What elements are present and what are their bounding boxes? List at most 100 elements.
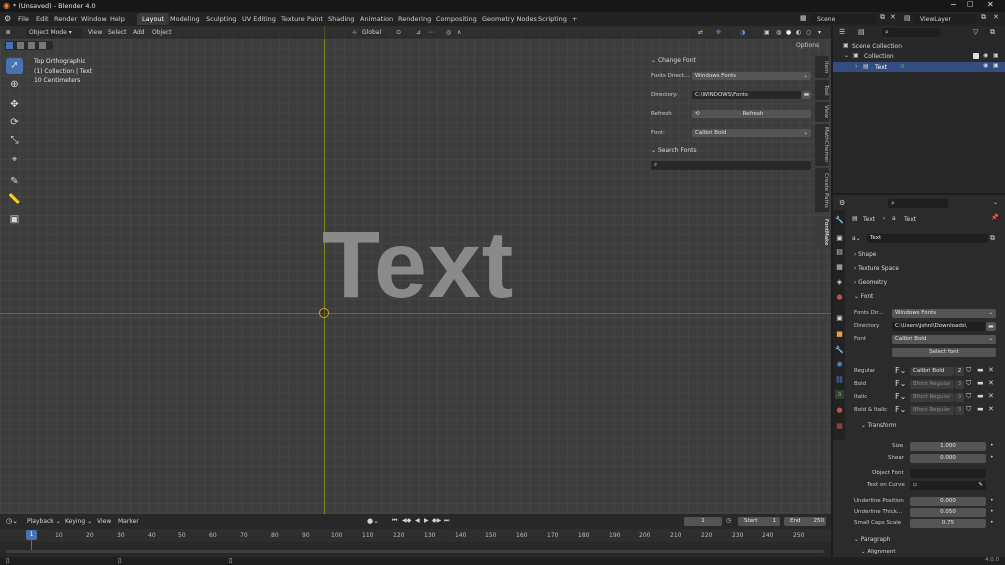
move-tool-icon[interactable]: ✥ [6, 97, 23, 113]
keyframe-dot-icon[interactable]: • [990, 454, 994, 461]
shading-material-icon[interactable]: ◐ [796, 29, 801, 36]
bold-users-count[interactable]: 3 [955, 380, 964, 389]
open-font-icon[interactable]: ▬ [977, 405, 984, 413]
prev-keyframe-icon[interactable]: ◀◆ [402, 517, 411, 524]
unlink-font-icon[interactable]: ✕ [988, 379, 994, 387]
collection-tab-icon[interactable]: ▣ [835, 314, 844, 323]
select-new-icon[interactable] [6, 42, 13, 49]
scene-selector[interactable]: Scene [811, 14, 876, 24]
font-prop-dropdown[interactable]: Calibri Bold ⌄ [892, 335, 996, 344]
text-eye-icon[interactable]: ◉ [983, 62, 988, 69]
modifier-tab-icon[interactable]: 🔧 [835, 346, 844, 355]
maximize-icon[interactable]: □ [967, 0, 974, 8]
proportional-edit-icon[interactable]: ◎ [446, 29, 451, 36]
paragraph-panel-header[interactable]: ⌄ Paragraph [854, 537, 890, 543]
tab-rendering[interactable]: Rendering [393, 13, 436, 25]
tab-shading[interactable]: Shading [323, 13, 359, 25]
scale-tool-icon[interactable]: ⤡ [6, 133, 23, 149]
minimize-icon[interactable]: − [950, 0, 957, 9]
collection-label[interactable]: Collection [864, 53, 894, 60]
tab-animation[interactable]: Animation [355, 13, 398, 25]
font-datablock-icon[interactable]: F⌄ [895, 405, 906, 414]
directory-prop-field[interactable]: C:\Users\jshnl\Downloads\ [892, 322, 985, 331]
select-subtract-icon[interactable] [28, 42, 35, 49]
unlink-font-icon[interactable]: ✕ [988, 405, 994, 413]
overlays-icon[interactable]: ◑ [740, 29, 745, 36]
blender-menu-icon[interactable]: ⚙ [4, 14, 11, 23]
alignment-panel-header[interactable]: ⌄ Alignment [861, 549, 896, 555]
collection-eye-icon[interactable]: ◉ [983, 52, 988, 59]
transform-panel-header[interactable]: ⌄ Transform [861, 423, 897, 429]
new-collection-icon[interactable]: ⧉ [990, 28, 995, 37]
sidetab-fontmake[interactable]: FontMake [815, 216, 829, 248]
timeline-menu-keying[interactable]: Keying ⌄ [65, 518, 92, 525]
sidetab-mathchemer[interactable]: MathChemer [815, 124, 829, 166]
transform-orientation-dropdown[interactable]: Global [362, 29, 381, 36]
preview-range-icon[interactable]: ◷ [726, 517, 731, 524]
constraints-tab-icon[interactable]: ⛓ [835, 376, 844, 385]
directory-field[interactable]: C:\WINDOWS\Fonts [692, 91, 801, 99]
eyedropper-icon[interactable]: ✎ [978, 481, 983, 490]
filter-icon[interactable]: ▽ [973, 28, 978, 36]
material-tab-icon[interactable]: ● [835, 406, 844, 415]
select-tool-icon[interactable]: ➚ [6, 58, 23, 74]
render-tab-icon[interactable]: ▣ [835, 234, 844, 243]
sidetab-item[interactable]: Item [815, 56, 829, 78]
transform-tool-icon[interactable]: ⌖ [6, 152, 23, 168]
new-scene-icon[interactable]: ⧉ [880, 13, 885, 22]
scene-tab-icon[interactable]: ◈ [835, 278, 844, 287]
rotate-tool-icon[interactable]: ⟳ [6, 115, 23, 131]
outliner-editor-icon[interactable]: ☰ [839, 28, 845, 36]
properties-options-icon[interactable]: ⌄ [993, 199, 998, 206]
search-fonts-header[interactable]: ⌄ Search Fonts [651, 147, 697, 154]
measure-tool-icon[interactable]: 📏 [6, 192, 23, 208]
timeline-editor-icon[interactable]: ◷⌄ [6, 517, 18, 525]
object-origin-icon[interactable] [319, 308, 329, 318]
text-camera-icon[interactable]: ▣ [993, 62, 999, 69]
font-search-input[interactable]: ⌕ [651, 161, 811, 170]
outliner-display-mode-icon[interactable]: ▤ [858, 28, 865, 36]
viewport-gizmos-icon[interactable]: ✜ [716, 29, 721, 36]
font-dropdown[interactable]: Calibri Bold ⌄ [692, 129, 811, 137]
bold-italic-font-field[interactable]: Bfont Regular [910, 406, 954, 415]
remove-scene-icon[interactable]: ✕ [890, 13, 896, 21]
tab-uv-editing[interactable]: UV Editing [237, 13, 281, 25]
viewport-menu-object[interactable]: Object [152, 29, 172, 36]
fake-user-shield-icon[interactable]: ⛉ [966, 405, 971, 414]
annotate-tool-icon[interactable]: ✎ [6, 174, 23, 190]
font-datablock-icon[interactable]: F⌄ [895, 392, 906, 401]
underline-thickness-field[interactable]: 0.050 [910, 508, 986, 517]
menu-window[interactable]: Window [81, 15, 107, 23]
timeline-scrollbar[interactable] [6, 550, 824, 553]
shading-wireframe-icon[interactable]: ◍ [776, 29, 781, 36]
playhead[interactable]: 1 [26, 530, 37, 540]
timeline-menu-marker[interactable]: Marker [118, 518, 139, 525]
view-layer-selector[interactable]: ViewLayer [914, 14, 976, 24]
shape-panel-header[interactable]: › Shape [854, 252, 876, 258]
data-name-field[interactable]: Text [867, 234, 988, 243]
refresh-button[interactable]: ⟲ Refresh [692, 110, 811, 118]
gizmo-visibility-icon[interactable]: ⇄ [698, 29, 703, 36]
collection-camera-icon[interactable]: ▣ [993, 52, 999, 59]
tab-compositing[interactable]: Compositing [431, 13, 482, 25]
fake-user-icon[interactable]: ⧉ [990, 234, 995, 243]
select-mode-buttons[interactable] [5, 41, 53, 50]
open-font-icon[interactable]: ▬ [977, 379, 984, 387]
bold-font-field[interactable]: Bfont Regular [910, 380, 954, 389]
italic-users-count[interactable]: 3 [955, 393, 964, 402]
tool-tab-icon[interactable]: 🔧 [835, 216, 844, 225]
object-mode-dropdown[interactable]: Object Mode ▾ [26, 28, 82, 38]
fake-user-shield-icon[interactable]: ⛉ [966, 392, 971, 401]
text-object[interactable]: Text [322, 218, 514, 313]
properties-search-input[interactable]: ⌕ [888, 199, 948, 208]
folder-icon[interactable]: ▬ [986, 322, 996, 331]
options-button[interactable]: Options [796, 42, 819, 49]
shading-options-icon[interactable]: ▾ [818, 29, 821, 36]
pivot-point-icon[interactable]: ⊙ [396, 29, 401, 36]
fonts-dir-prop-dropdown[interactable]: Windows Fonts ⌄ [892, 309, 996, 318]
play-reverse-icon[interactable]: ◀ [415, 517, 420, 524]
select-extend-icon[interactable] [17, 42, 24, 49]
shear-field[interactable]: 0.000 [910, 454, 986, 463]
change-font-header[interactable]: ⌄ Change Font [651, 57, 696, 64]
text-on-curve-field[interactable]: ▫ ✎ [910, 481, 986, 490]
